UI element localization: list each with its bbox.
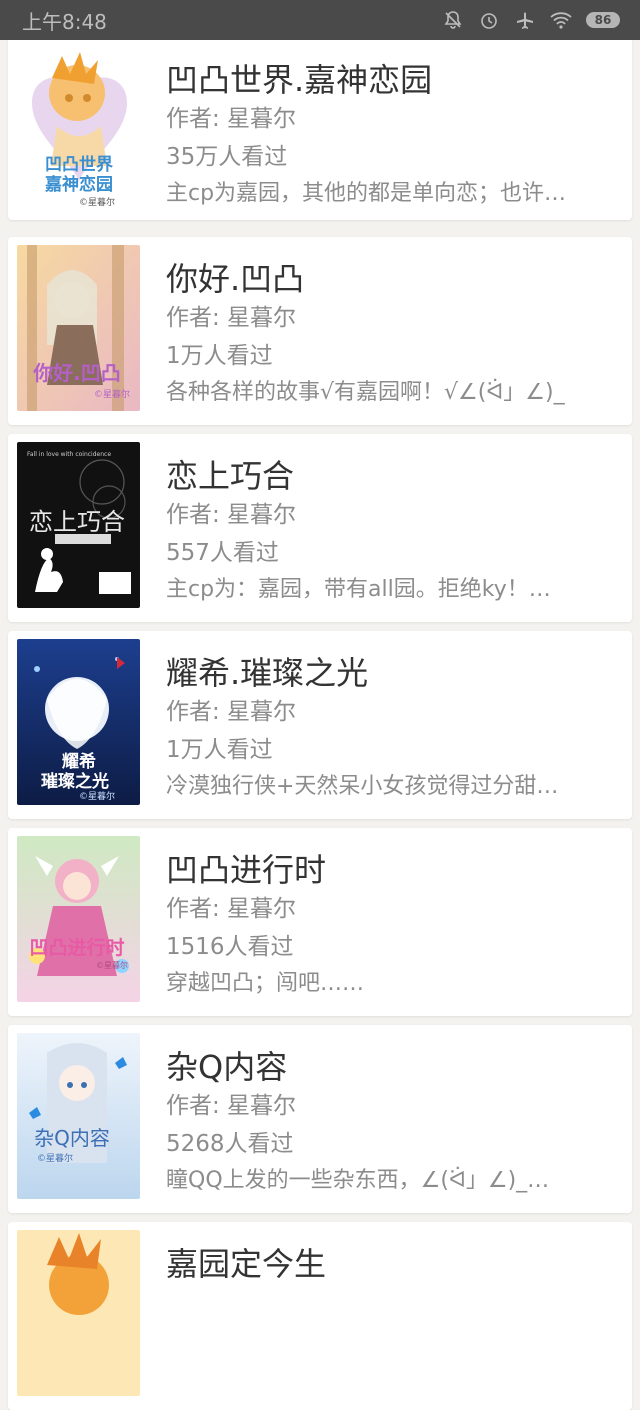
book-card[interactable]: 杂Q内容 ©星暮尔 杂Q内容 作者: 星暮尔 5268人看过 瞳QQ上发的一些杂…	[8, 1025, 632, 1213]
book-cover: 杂Q内容 ©星暮尔	[17, 1033, 140, 1199]
svg-text:杂Q内容: 杂Q内容	[34, 1126, 110, 1150]
book-title[interactable]: 凹凸进行时	[166, 850, 592, 890]
book-cover: 凹凸世界 嘉神恋园 ©星暮尔	[17, 48, 140, 214]
book-card[interactable]: Fall in love with coincidence 恋上巧合 恋上巧合 …	[8, 434, 632, 622]
status-icons: 86	[442, 9, 620, 31]
bell-off-icon	[442, 9, 464, 31]
book-cover: Fall in love with coincidence 恋上巧合	[17, 442, 140, 608]
book-cover: 你好.凹凸 ©星暮尔	[17, 245, 140, 411]
book-cover: 凹凸进行时 ©星暮尔	[17, 836, 140, 1002]
book-info: 耀希.璀璨之光 作者: 星暮尔 1万人看过 冷漠独行侠+天然呆小女孩觉得过分甜…	[166, 653, 592, 805]
svg-text:©星暮尔: ©星暮尔	[37, 1152, 73, 1164]
svg-text:凹凸进行时: 凹凸进行时	[29, 936, 124, 959]
book-author: 作者: 星暮尔	[166, 106, 297, 132]
book-description: 冷漠独行侠+天然呆小女孩觉得过分甜…	[166, 774, 559, 799]
book-views: 35万人看过	[166, 144, 288, 170]
status-time: 上午8:48	[22, 9, 107, 34]
svg-text:©星暮尔: ©星暮尔	[79, 790, 115, 802]
svg-text:璀璨之光: 璀璨之光	[41, 771, 109, 792]
book-title[interactable]: 你好.凹凸	[166, 259, 592, 299]
wifi-icon	[550, 9, 572, 31]
svg-text:©星暮尔: ©星暮尔	[96, 960, 128, 970]
book-cover: 耀希 璀璨之光 ©星暮尔	[17, 639, 140, 805]
book-info: 凹凸进行时 作者: 星暮尔 1516人看过 穿越凹凸；闯吧……	[166, 850, 592, 1002]
book-card[interactable]: 凹凸世界 嘉神恋园 ©星暮尔 凹凸世界.嘉神恋园 作者: 星暮尔 35万人看过 …	[8, 32, 632, 220]
book-info: 你好.凹凸 作者: 星暮尔 1万人看过 各种各样的故事√有嘉园啊！√∠(ᐛ」∠)…	[166, 259, 592, 411]
book-card[interactable]: 嘉园定今生	[8, 1222, 632, 1410]
battery-level: 86	[594, 13, 612, 27]
battery-icon: 86	[586, 12, 620, 28]
book-author: 作者: 星暮尔	[166, 699, 297, 725]
svg-text:凹凸世界: 凹凸世界	[45, 155, 113, 175]
book-info: 凹凸世界.嘉神恋园 作者: 星暮尔 35万人看过 主cp为嘉园，其他的都是单向恋…	[166, 60, 592, 212]
book-views: 557人看过	[166, 540, 279, 566]
svg-text:©星暮尔: ©星暮尔	[79, 196, 115, 208]
svg-text:©星暮尔: ©星暮尔	[94, 388, 130, 400]
book-views: 5268人看过	[166, 1131, 294, 1157]
book-cover	[17, 1230, 140, 1396]
svg-text:你好.凹凸: 你好.凹凸	[32, 361, 121, 385]
book-card[interactable]: 耀希 璀璨之光 ©星暮尔 耀希.璀璨之光 作者: 星暮尔 1万人看过 冷漠独行侠…	[8, 631, 632, 819]
book-views: 1516人看过	[166, 934, 294, 960]
book-title[interactable]: 恋上巧合	[166, 456, 592, 496]
book-title[interactable]: 嘉园定今生	[166, 1244, 592, 1284]
book-author: 作者: 星暮尔	[166, 1093, 297, 1119]
book-author: 作者: 星暮尔	[166, 896, 297, 922]
svg-text:嘉神恋园: 嘉神恋园	[44, 174, 113, 195]
book-card[interactable]: 凹凸进行时 ©星暮尔 凹凸进行时 作者: 星暮尔 1516人看过 穿越凹凸；闯吧…	[8, 828, 632, 1016]
alarm-icon	[478, 9, 500, 31]
book-views: 1万人看过	[166, 343, 273, 369]
book-author: 作者: 星暮尔	[166, 502, 297, 528]
book-author: 作者: 星暮尔	[166, 305, 297, 331]
svg-text:耀希: 耀希	[62, 751, 96, 772]
book-title[interactable]: 凹凸世界.嘉神恋园	[166, 60, 592, 100]
book-info: 杂Q内容 作者: 星暮尔 5268人看过 瞳QQ上发的一些杂东西，∠(ᐛ」∠)_…	[166, 1047, 592, 1199]
book-description: 各种各样的故事√有嘉园啊！√∠(ᐛ」∠)_	[166, 380, 565, 405]
book-info: 嘉园定今生	[166, 1244, 592, 1284]
book-description: 穿越凹凸；闯吧……	[166, 971, 365, 996]
status-bar: 上午8:48 86	[0, 0, 640, 40]
book-info: 恋上巧合 作者: 星暮尔 557人看过 主cp为：嘉园，带有all园。拒绝ky！…	[166, 456, 592, 608]
book-description: 主cp为：嘉园，带有all园。拒绝ky！…	[166, 577, 551, 602]
book-description: 瞳QQ上发的一些杂东西，∠(ᐛ」∠)_…	[166, 1168, 550, 1193]
book-card[interactable]: 你好.凹凸 ©星暮尔 你好.凹凸 作者: 星暮尔 1万人看过 各种各样的故事√有…	[8, 237, 632, 425]
book-views: 1万人看过	[166, 737, 273, 763]
book-title[interactable]: 耀希.璀璨之光	[166, 653, 592, 693]
book-description: 主cp为嘉园，其他的都是单向恋；也许…	[166, 181, 567, 206]
book-title[interactable]: 杂Q内容	[166, 1047, 592, 1087]
svg-text:Fall in love with coincidence: Fall in love with coincidence	[27, 451, 111, 458]
airplane-icon	[514, 9, 536, 31]
svg-text:恋上巧合: 恋上巧合	[29, 508, 125, 536]
